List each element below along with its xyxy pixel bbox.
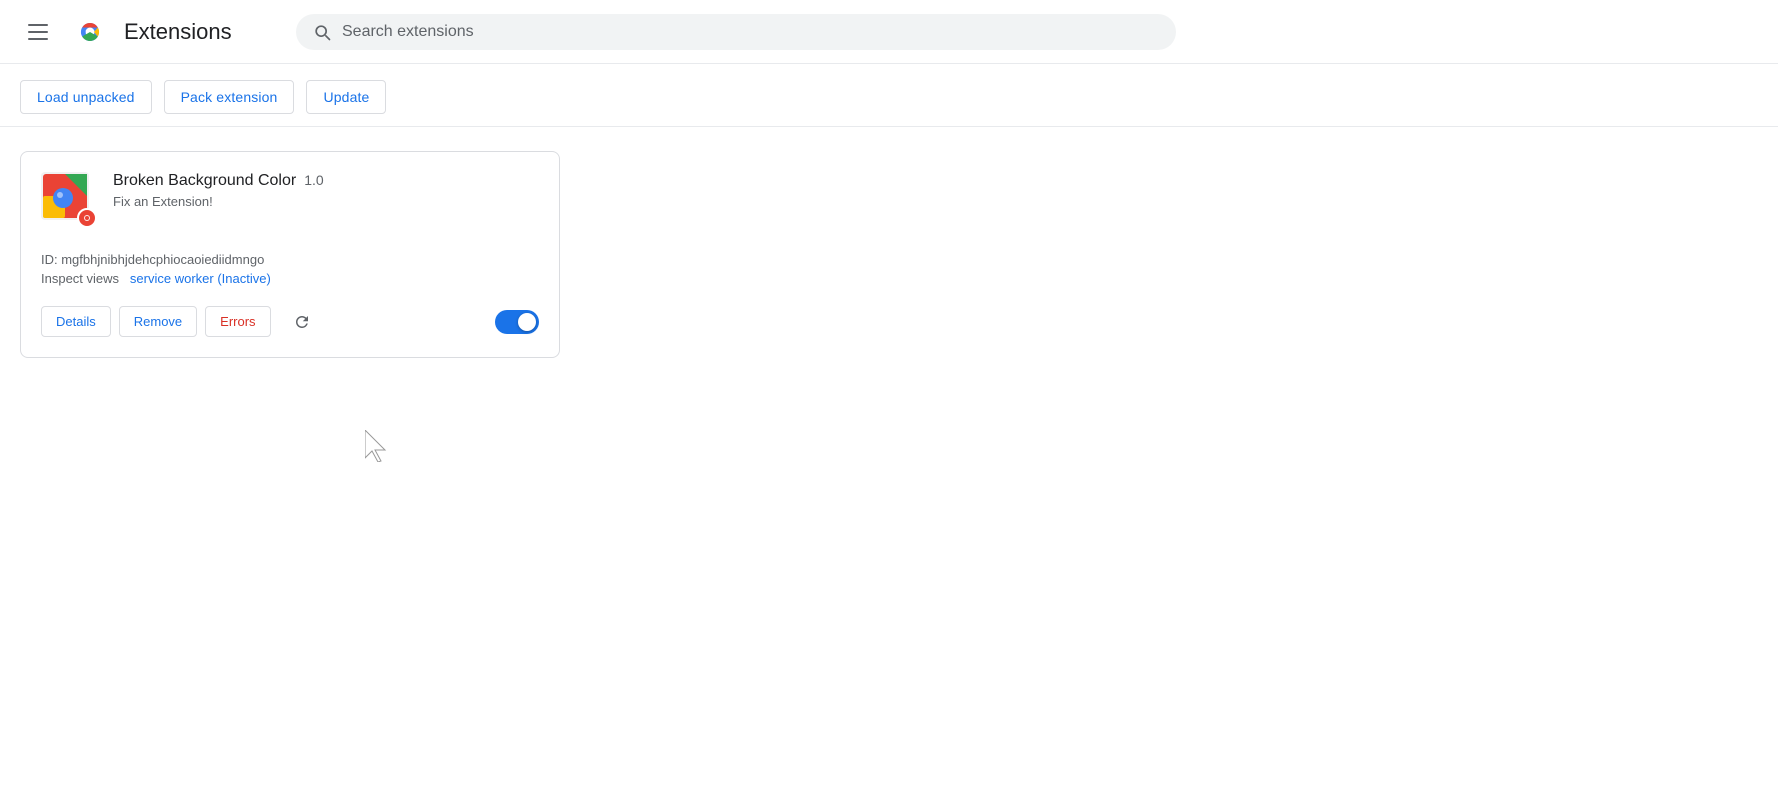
- toolbar: Load unpacked Pack extension Update: [0, 64, 1778, 127]
- extension-name: Broken Background Color: [113, 172, 296, 190]
- extension-version: 1.0: [304, 172, 323, 188]
- chrome-logo-icon: [72, 14, 108, 50]
- search-bar-wrapper: [296, 14, 1176, 50]
- cursor-icon: [365, 430, 389, 462]
- search-icon: [312, 22, 332, 42]
- extension-error-badge: [77, 208, 97, 228]
- header: Extensions: [0, 0, 1778, 64]
- extension-description: Fix an Extension!: [113, 194, 539, 209]
- card-actions: Details Remove Errors: [41, 306, 539, 337]
- update-button[interactable]: Update: [306, 80, 386, 114]
- extension-toggle[interactable]: [495, 310, 539, 334]
- card-title-area: Broken Background Color 1.0 Fix an Exten…: [113, 172, 539, 209]
- card-header: Broken Background Color 1.0 Fix an Exten…: [41, 172, 539, 228]
- inspect-views-line: Inspect views service worker (Inactive): [41, 271, 539, 286]
- inspect-views-label: Inspect views: [41, 271, 119, 286]
- card-title-row: Broken Background Color 1.0: [113, 172, 539, 190]
- details-button[interactable]: Details: [41, 306, 111, 337]
- search-bar: [296, 14, 1176, 50]
- service-worker-link[interactable]: service worker (Inactive): [130, 271, 271, 286]
- load-unpacked-button[interactable]: Load unpacked: [20, 80, 152, 114]
- toggle-thumb: [518, 313, 536, 331]
- extension-card: Broken Background Color 1.0 Fix an Exten…: [20, 151, 560, 358]
- refresh-icon: [293, 313, 311, 331]
- header-left: Extensions: [20, 14, 280, 50]
- extension-icon-wrapper: [41, 172, 97, 228]
- main-content: Broken Background Color 1.0 Fix an Exten…: [0, 127, 1778, 382]
- search-input[interactable]: [342, 23, 1160, 41]
- errors-button[interactable]: Errors: [205, 306, 270, 337]
- page-title: Extensions: [124, 19, 232, 45]
- refresh-button[interactable]: [287, 307, 317, 337]
- hamburger-menu-icon[interactable]: [20, 16, 56, 48]
- remove-button[interactable]: Remove: [119, 306, 197, 337]
- pack-extension-button[interactable]: Pack extension: [164, 80, 295, 114]
- card-meta: ID: mgfbhjnibhjdehcphiocaoiediidmngo Ins…: [41, 252, 539, 286]
- extension-id: ID: mgfbhjnibhjdehcphiocaoiediidmngo: [41, 252, 539, 267]
